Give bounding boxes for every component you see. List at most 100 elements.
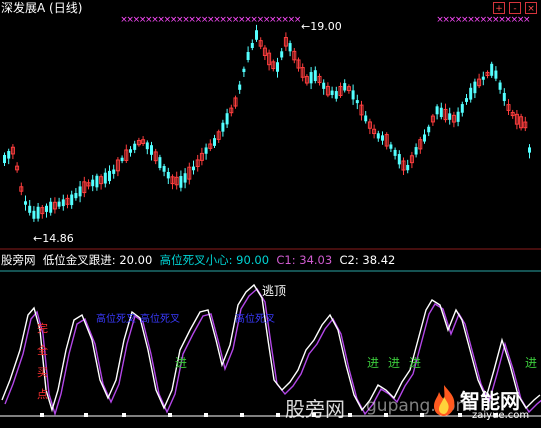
candle-body-down — [91, 179, 95, 187]
close-icon[interactable]: × — [525, 2, 537, 14]
baseline-marker — [84, 413, 88, 417]
candle-body-down — [28, 205, 32, 213]
buy-point-label-4: 点 — [37, 388, 48, 401]
candle-body-down — [129, 149, 132, 153]
candle-body-down — [448, 113, 452, 120]
candle-body-down — [112, 169, 116, 174]
c1-value: 34.03 — [299, 253, 333, 267]
candle-body-down — [45, 205, 48, 212]
buy-point-label-1: 完 — [37, 322, 48, 335]
candle-body-down — [150, 145, 153, 155]
candle-body-down — [423, 134, 426, 142]
p1-value: 20.00 — [119, 253, 153, 267]
candle-body-down — [3, 154, 6, 164]
advance-label-4: 进 — [409, 356, 422, 370]
candle-body-down — [32, 210, 36, 219]
candle-body-down — [393, 149, 397, 156]
watermark-site-cn: 股旁网 — [285, 397, 345, 421]
high-price-label: ←19.00 — [301, 20, 342, 33]
candle-body-down — [381, 135, 384, 141]
candle-body-down — [502, 92, 506, 102]
price-chart[interactable]: ××××××××××××××××××××××××××××× ×××××××××××… — [0, 0, 541, 250]
buy-point-label-2: 全 — [37, 344, 48, 357]
low-price-label: ←14.86 — [33, 232, 74, 245]
candle-body-down — [183, 173, 187, 183]
candle-body-down — [95, 175, 99, 188]
candle-body-down — [334, 91, 338, 99]
candle-body-down — [427, 126, 431, 133]
watermark-logo-url: zaiyue.com — [472, 410, 530, 421]
baseline-marker — [240, 413, 244, 417]
candle-body-down — [36, 206, 40, 219]
candle-body-down — [456, 111, 460, 122]
candle-body-down — [469, 87, 473, 100]
advance-label-1: 进 — [175, 356, 188, 370]
candle-body-down — [313, 70, 317, 81]
candle-body-down — [24, 201, 27, 205]
baseline-marker — [348, 413, 352, 417]
candle-body-down — [465, 98, 468, 102]
candle-body-down — [213, 138, 216, 146]
candle-body-down — [322, 82, 326, 89]
c2-label: C2: — [339, 253, 359, 267]
candle-body-down — [7, 151, 11, 159]
candle-body-down — [49, 201, 53, 213]
candle-body-down — [204, 147, 208, 154]
candle-body-down — [498, 82, 502, 90]
zoom-out-icon[interactable]: - — [509, 2, 521, 14]
candle-body-down — [481, 76, 485, 80]
candle-body-down — [406, 164, 410, 171]
c1-label: C1: — [276, 253, 296, 267]
candle-body-down — [280, 51, 284, 58]
arrow-left-icon: ← — [301, 20, 311, 33]
candle-body-down — [351, 90, 355, 100]
candle-body-down — [439, 107, 443, 118]
candle-body-down — [57, 201, 61, 207]
buy-point-label-3: 买 — [37, 366, 48, 379]
candle-body-down — [355, 100, 359, 104]
candle-body-down — [166, 172, 170, 179]
candle-body-down — [158, 157, 162, 169]
candle-body-down — [250, 42, 254, 49]
candle-body-down — [78, 186, 82, 197]
advance-label-3: 进 — [388, 356, 401, 370]
zoom-in-icon[interactable]: + — [493, 2, 505, 14]
high-death-cross-label-2: 高位死叉 — [140, 314, 180, 325]
candle-body-down — [238, 84, 242, 90]
candle-body-down — [330, 90, 334, 96]
candle-body-down — [221, 122, 225, 132]
candle-body-down — [108, 170, 111, 182]
baseline-marker — [40, 413, 44, 417]
candle-body-down — [343, 83, 347, 91]
candle-body-down — [133, 143, 137, 150]
candle-body-down — [145, 142, 149, 150]
candle-body-down — [120, 157, 124, 162]
candle-body-down — [70, 194, 74, 206]
candle-body-down — [473, 81, 477, 94]
candle-body-down — [162, 166, 166, 172]
baseline-marker — [276, 413, 280, 417]
chart-window: × × × × × × × × × × × × × × × × × × × × × × × × × × × × × × × × × × × × × × × ×… — [0, 0, 541, 428]
window-title: 深发展A (日线) — [1, 1, 83, 15]
candle-body-down — [179, 176, 183, 188]
candle-body-down — [364, 115, 368, 122]
candle-body-down — [192, 166, 195, 171]
p2-value: 90.00 — [236, 253, 270, 267]
candle-body-down — [246, 52, 250, 60]
logo-badge — [430, 383, 458, 417]
candle-body-down — [288, 43, 292, 52]
candle-body-down — [490, 63, 494, 76]
candle-body-down — [225, 113, 229, 125]
baseline-marker — [122, 413, 126, 417]
p1-label: 低位金叉跟进: — [42, 253, 116, 267]
candle-body-down — [242, 68, 246, 73]
advance-label-5: 进 — [525, 356, 538, 370]
candle-body-down — [276, 62, 279, 72]
baseline-marker — [168, 413, 172, 417]
high-death-cross-label-3: 高位死叉 — [235, 314, 275, 325]
candle-body-down — [460, 104, 464, 113]
indicator-name[interactable]: 股旁网 — [1, 253, 36, 267]
high-death-cross-label-1: 高位死叉 — [96, 314, 136, 325]
candle-body-down — [414, 147, 418, 155]
candle-body-down — [494, 70, 498, 79]
